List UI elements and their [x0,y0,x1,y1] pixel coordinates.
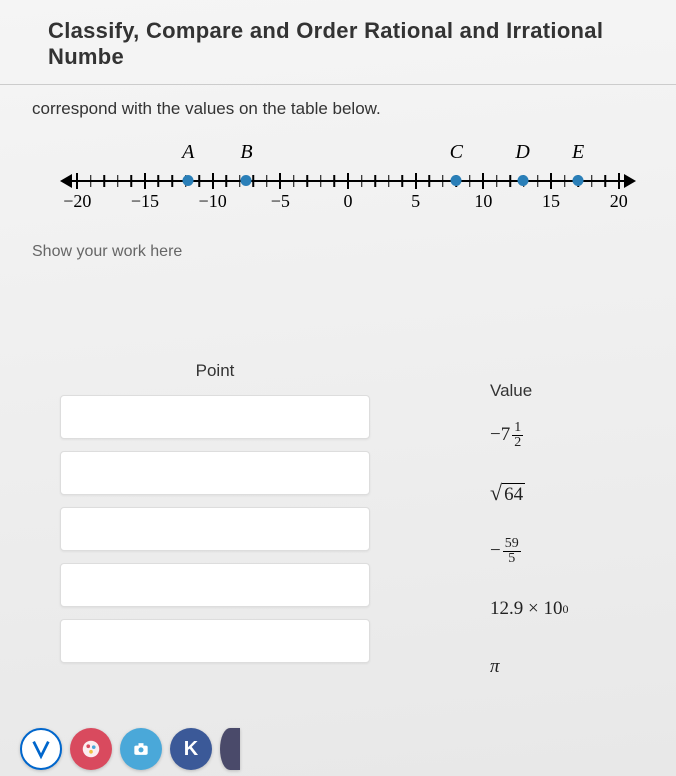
value-item: − 595 [490,537,636,565]
tick-label: −20 [63,191,91,212]
value-item: 12.9 × 100 [490,595,636,623]
number-line-point [451,175,462,186]
tick-label: 15 [542,191,560,212]
value-column-header: Value [490,381,636,401]
app-icon[interactable] [220,728,240,770]
number-line-point [241,175,252,186]
point-letter: C [450,141,463,164]
value-item: π [490,653,636,681]
number-line-point [573,175,584,186]
point-letter: A [182,141,194,164]
point-input[interactable] [60,507,370,551]
point-input[interactable] [60,395,370,439]
tick-label: −5 [271,191,290,212]
point-input[interactable] [60,451,370,495]
show-work-label[interactable]: Show your work here [0,221,676,261]
tick-label: 5 [411,191,420,212]
number-line-point [517,175,528,186]
number-line-point [183,175,194,186]
v-icon[interactable] [20,728,62,770]
tick-label: 10 [474,191,492,212]
camera-icon[interactable] [120,728,162,770]
instruction-text: correspond with the values on the table … [0,99,676,141]
tick-label: −15 [131,191,159,212]
divider [0,84,676,85]
k-icon[interactable]: K [170,728,212,770]
taskbar: K [20,722,240,776]
answer-table: Point Value −712 √64 − 595 12.9 × 100 π [0,361,676,711]
tick-label: 20 [610,191,628,212]
point-input[interactable] [60,563,370,607]
point-column-header: Point [60,361,370,381]
value-item: √64 [490,479,636,507]
palette-icon[interactable] [70,728,112,770]
point-letter: B [240,141,252,164]
tick-label: −10 [199,191,227,212]
tick-label: 0 [344,191,353,212]
point-letter: D [515,141,529,164]
number-line: A B C D E −20 −15 −10 −5 0 5 10 15 20 [0,141,676,221]
page-title: Classify, Compare and Order Rational and… [0,0,676,84]
point-letter: E [572,141,584,164]
value-item: −712 [490,421,636,449]
point-input[interactable] [60,619,370,663]
